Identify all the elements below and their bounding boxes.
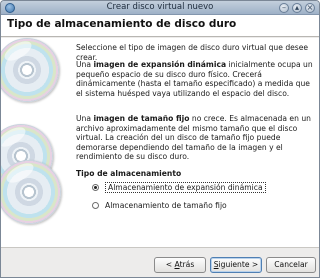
page-header: Tipo de almacenamiento de disco duro (1, 15, 319, 37)
disc-icon (1, 159, 61, 224)
fixed-desc-prefix: Una (76, 114, 94, 123)
back-arrow: < (165, 260, 175, 269)
back-button[interactable]: < Atrás (154, 257, 206, 273)
dynamic-desc-prefix: Una (76, 60, 94, 69)
disc-icon (1, 37, 59, 102)
dialog-window: Crear disco virtual nuevo – ▴ × Tipo de … (0, 0, 320, 278)
minimize-icon: – (282, 3, 286, 12)
title-bar[interactable]: Crear disco virtual nuevo – ▴ × (1, 1, 319, 15)
radio-fixed-storage[interactable]: Almacenamiento de tamaño fijo (92, 199, 227, 211)
fixed-description: Una imagen de tamaño fijo no crece. Es a… (76, 114, 316, 162)
minimize-button[interactable]: – (279, 3, 289, 13)
storage-group-label: Tipo de almacenamiento (76, 169, 182, 178)
button-bar: < Atrás Siguiente > Cancelar (1, 247, 319, 277)
window-title: Crear disco virtual nuevo (106, 2, 214, 12)
close-button[interactable]: × (305, 3, 315, 13)
close-icon: × (306, 3, 314, 12)
next-button[interactable]: Siguiente > (210, 257, 262, 273)
radio-dynamic-storage[interactable]: Almacenamiento de expansión dinámica (92, 181, 266, 193)
radio-label[interactable]: Almacenamiento de tamaño fijo (105, 201, 227, 210)
wizard-content: Seleccione el tipo de imagen de disco du… (1, 37, 319, 247)
next-label: iguiente > (218, 260, 259, 269)
radio-label[interactable]: Almacenamiento de expansión dinámica (105, 181, 266, 193)
fixed-desc-bold: imagen de tamaño fijo (93, 114, 190, 123)
maximize-button[interactable]: ▴ (292, 3, 302, 13)
maximize-icon: ▴ (294, 3, 299, 12)
radio-button[interactable] (92, 201, 99, 209)
cancel-button[interactable]: Cancelar (266, 257, 316, 273)
radio-button[interactable] (92, 183, 99, 191)
dynamic-desc-bold: imagen de expansión dinámica (93, 60, 227, 69)
back-label: trás (179, 260, 195, 269)
dynamic-description: Una imagen de expansión dinámica inicial… (76, 60, 316, 98)
page-title: Tipo de almacenamiento de disco duro (7, 18, 237, 30)
